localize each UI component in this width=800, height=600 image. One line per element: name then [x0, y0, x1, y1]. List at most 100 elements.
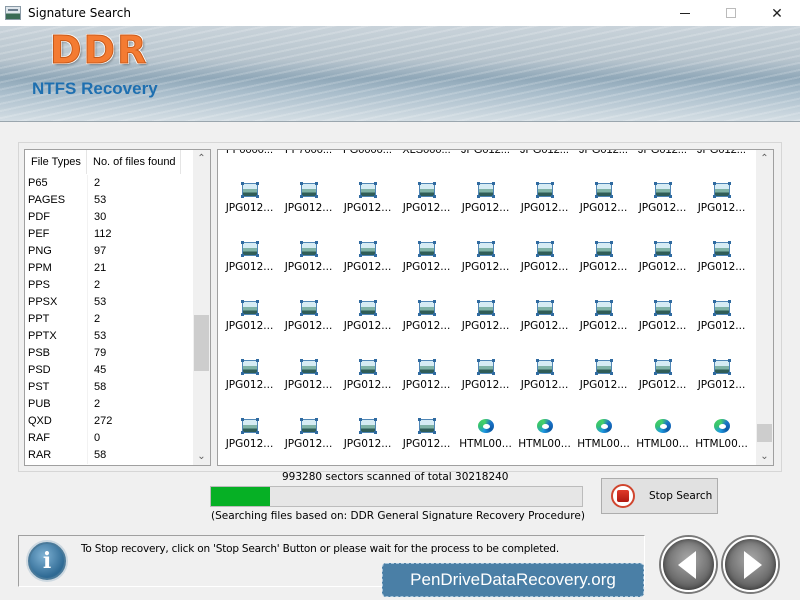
- file-types-scrollbar[interactable]: ⌃ ⌄: [193, 150, 210, 465]
- file-type-row[interactable]: PPSX 53: [25, 294, 193, 311]
- recovered-file-item[interactable]: JPG012...: [515, 300, 574, 353]
- recovered-file-item[interactable]: JPG012...: [456, 359, 515, 412]
- maximize-button[interactable]: [708, 0, 754, 26]
- recovered-file-item[interactable]: JPG012...: [692, 359, 751, 412]
- recovered-file-item[interactable]: JPG012...: [279, 359, 338, 412]
- file-types-list[interactable]: File Types No. of files found P65 2 PAGES 5…: [24, 149, 211, 466]
- scroll-down-icon[interactable]: ⌄: [193, 448, 210, 465]
- recovered-file-item[interactable]: JPG012...: [515, 241, 574, 294]
- file-label: XLS000...: [402, 149, 451, 156]
- file-type-row[interactable]: PPM 21: [25, 260, 193, 277]
- file-type-row[interactable]: PSD 45: [25, 362, 193, 379]
- file-type-row[interactable]: QXD 272: [25, 413, 193, 430]
- file-type-row[interactable]: PST 58: [25, 379, 193, 396]
- recovered-file-item[interactable]: HTML00...: [633, 419, 692, 465]
- jpg-image-icon: [477, 182, 494, 198]
- recovered-file-item[interactable]: JPG012...: [397, 241, 456, 294]
- file-label: JPG012...: [225, 438, 274, 450]
- recovered-file-item[interactable]: JPG012...: [574, 300, 633, 353]
- recovered-file-item[interactable]: JPG012...: [692, 241, 751, 294]
- recovered-file-item[interactable]: JPG012...: [456, 300, 515, 353]
- file-type-row[interactable]: RAF 0: [25, 430, 193, 447]
- recovered-file-item[interactable]: JPG012...: [633, 300, 692, 353]
- scroll-up-icon[interactable]: ⌃: [193, 150, 210, 167]
- file-label: JPG012...: [697, 149, 746, 156]
- file-label: HTML00...: [695, 438, 748, 450]
- recovered-file-item[interactable]: JPG012...: [397, 418, 456, 465]
- file-type-row[interactable]: PNG 97: [25, 243, 193, 260]
- procedure-text: (Searching files based on: DDR General S…: [211, 510, 585, 522]
- recovered-file-item[interactable]: HTML00...: [515, 419, 574, 465]
- file-type-row[interactable]: P65 2: [25, 175, 193, 192]
- file-label: JPG012...: [343, 261, 392, 273]
- recovered-file-item[interactable]: JPG012...: [397, 359, 456, 412]
- recovered-files-view[interactable]: FF0000... FF7000... FG0000... XLS000... JPG0…: [217, 149, 774, 466]
- files-view-scrollbar[interactable]: ⌃ ⌄: [756, 150, 773, 465]
- recovered-file-item[interactable]: JPG012...: [397, 182, 456, 235]
- file-label: JPG012...: [638, 149, 687, 156]
- recovered-file-item[interactable]: JPG012...: [279, 182, 338, 235]
- recovered-file-item[interactable]: JPG012...: [338, 241, 397, 294]
- recovered-file-item[interactable]: JPG012...: [515, 359, 574, 412]
- scroll-up-icon[interactable]: ⌃: [756, 150, 773, 167]
- recovered-file-item[interactable]: JPG012...: [220, 182, 279, 235]
- recovered-file-item[interactable]: JPG012...: [633, 182, 692, 235]
- recovered-file-item[interactable]: JPG012...: [338, 418, 397, 465]
- file-type-row[interactable]: PPT 2: [25, 311, 193, 328]
- column-header-files-found[interactable]: No. of files found: [87, 150, 181, 174]
- scrollbar-thumb[interactable]: [757, 424, 772, 443]
- recovered-file-item[interactable]: JPG012...: [456, 182, 515, 235]
- column-header-file-types[interactable]: File Types: [25, 150, 87, 174]
- close-button[interactable]: ✕: [754, 0, 800, 26]
- file-count-cell: 2: [87, 311, 181, 328]
- recovered-file-item[interactable]: JPG012...: [279, 418, 338, 465]
- file-type-row[interactable]: RAR 58: [25, 447, 193, 464]
- recovered-file-item[interactable]: JPG012...: [633, 359, 692, 412]
- file-type-row[interactable]: PEF 112: [25, 226, 193, 243]
- recovered-file-item[interactable]: JPG012...: [574, 182, 633, 235]
- minimize-button[interactable]: [662, 0, 708, 26]
- file-type-row[interactable]: PPTX 53: [25, 328, 193, 345]
- jpg-image-icon: [300, 300, 317, 316]
- recovered-file-item[interactable]: JPG012...: [692, 300, 751, 353]
- recovered-file-item[interactable]: JPG012...: [338, 359, 397, 412]
- file-type-row[interactable]: PUB 2: [25, 396, 193, 413]
- file-type-row[interactable]: PDF 30: [25, 209, 193, 226]
- recovered-file-item[interactable]: JPG012...: [515, 182, 574, 235]
- jpg-image-icon: [359, 359, 376, 375]
- scrollbar-thumb[interactable]: [194, 314, 209, 371]
- jpg-image-icon: [241, 182, 258, 198]
- stop-search-button[interactable]: Stop Search: [601, 478, 718, 514]
- file-count-cell: 79: [87, 345, 181, 362]
- recovered-file-item[interactable]: JPG012...: [692, 182, 751, 235]
- recovered-file-item[interactable]: JPG012...: [220, 359, 279, 412]
- recovered-file-item[interactable]: JPG012...: [338, 182, 397, 235]
- recovered-file-item[interactable]: JPG012...: [279, 241, 338, 294]
- next-button[interactable]: [723, 537, 778, 592]
- recovered-file-item[interactable]: JPG012...: [220, 241, 279, 294]
- edge-html-icon: [537, 419, 553, 433]
- recovered-file-item[interactable]: JPG012...: [574, 359, 633, 412]
- file-label: JPG012...: [225, 202, 274, 214]
- recovered-file-item[interactable]: JPG012...: [574, 241, 633, 294]
- stop-icon: [611, 484, 635, 508]
- scroll-down-icon[interactable]: ⌄: [756, 448, 773, 465]
- recovered-file-item[interactable]: JPG012...: [456, 241, 515, 294]
- window-controls: ✕: [662, 0, 800, 26]
- recovered-file-item[interactable]: HTML00...: [456, 419, 515, 465]
- recovered-file-item[interactable]: JPG012...: [338, 300, 397, 353]
- recovered-file-item[interactable]: JPG012...: [220, 300, 279, 353]
- recovered-file-item[interactable]: JPG012...: [397, 300, 456, 353]
- recovered-file-item[interactable]: JPG012...: [279, 300, 338, 353]
- file-type-row[interactable]: PPS 2: [25, 277, 193, 294]
- recovered-file-item[interactable]: HTML00...: [574, 419, 633, 465]
- ddr-logo: DDR: [49, 28, 149, 73]
- recovered-file-item[interactable]: HTML00...: [692, 419, 751, 465]
- recovered-file-item[interactable]: JPG012...: [220, 418, 279, 465]
- file-label: JPG012...: [402, 438, 451, 450]
- file-type-row[interactable]: PAGES 53: [25, 192, 193, 209]
- file-label: JPG012...: [284, 379, 333, 391]
- back-button[interactable]: [661, 537, 716, 592]
- file-type-row[interactable]: PSB 79: [25, 345, 193, 362]
- recovered-file-item[interactable]: JPG012...: [633, 241, 692, 294]
